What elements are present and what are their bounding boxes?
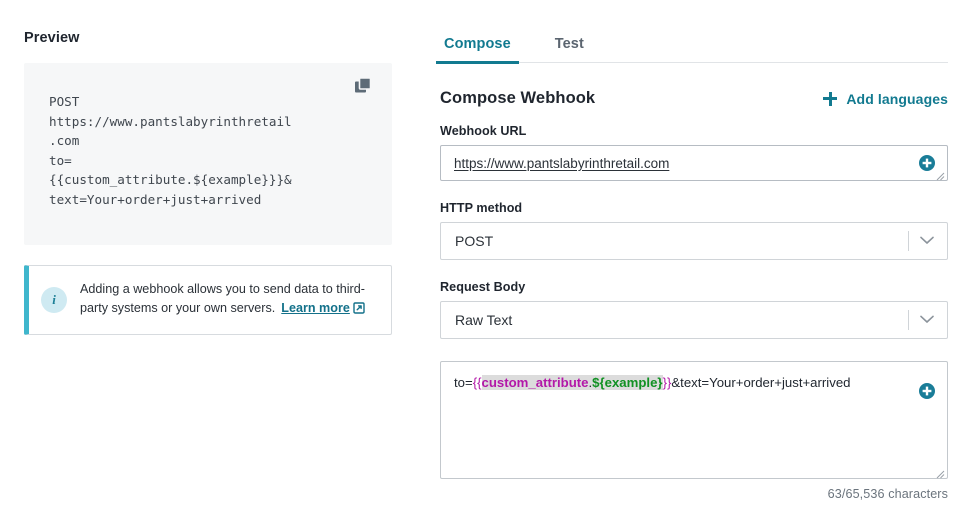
preview-code-text: POST https://www.pantslabyrinthretail .c… xyxy=(49,94,292,207)
select-divider xyxy=(908,310,909,330)
compose-section-title: Compose Webhook xyxy=(440,89,596,107)
info-callout-text: Adding a webhook allows you to send data… xyxy=(80,280,377,320)
request-body-label: Request Body xyxy=(440,280,526,294)
external-link-icon xyxy=(353,301,365,320)
resize-grip[interactable] xyxy=(935,168,945,181)
http-method-value: POST xyxy=(455,233,494,249)
body-token-var: ${example} xyxy=(592,375,663,390)
chevron-down-icon[interactable] xyxy=(920,311,934,329)
request-body-text: to={{custom_attribute.${example}}}&text=… xyxy=(454,374,901,392)
learn-more-label: Learn more xyxy=(281,301,350,315)
webhook-url-label: Webhook URL xyxy=(440,124,527,138)
page-title: Preview xyxy=(24,30,80,46)
add-personalization-icon[interactable] xyxy=(919,383,935,399)
add-languages-label: Add languages xyxy=(846,90,948,107)
http-method-label: HTTP method xyxy=(440,201,523,215)
compose-panel: Compose Test Compose Webhook Add languag… xyxy=(436,0,968,525)
info-callout: i Adding a webhook allows you to send da… xyxy=(24,265,392,335)
add-languages-button[interactable]: Add languages xyxy=(823,91,948,107)
chevron-down-icon[interactable] xyxy=(920,232,934,250)
plus-icon xyxy=(823,91,838,106)
body-token-plain: &text=Your+order+just+arrived xyxy=(671,375,851,390)
body-token-plain: to= xyxy=(454,375,473,390)
add-personalization-icon[interactable] xyxy=(919,155,935,171)
body-token-brace: {{ xyxy=(472,375,482,390)
request-body-select[interactable]: Raw Text xyxy=(440,301,948,339)
select-divider xyxy=(908,231,909,251)
resize-grip[interactable] xyxy=(935,466,945,479)
webhook-url-value: https://www.pantslabyrinthretail.com xyxy=(454,155,670,171)
info-icon: i xyxy=(41,287,67,313)
request-body-value: Raw Text xyxy=(455,312,513,328)
body-token-attr: custom_attribute xyxy=(481,375,589,390)
character-counter: 63/65,536 characters xyxy=(827,487,948,501)
compose-section-header: Compose Webhook Add languages xyxy=(440,89,948,108)
copy-icon[interactable] xyxy=(353,76,373,96)
webhook-composer-page: Preview POST https://www.pantslabyrinthr… xyxy=(0,0,968,525)
http-method-select[interactable]: POST xyxy=(440,222,948,260)
tab-test[interactable]: Test xyxy=(551,36,588,62)
tab-bar: Compose Test xyxy=(436,24,948,64)
webhook-url-input[interactable]: https://www.pantslabyrinthretail.com xyxy=(440,145,948,181)
preview-panel: Preview POST https://www.pantslabyrinthr… xyxy=(0,0,420,525)
tab-compose[interactable]: Compose xyxy=(436,36,519,64)
learn-more-link[interactable]: Learn more xyxy=(281,301,365,315)
request-body-editor[interactable]: to={{custom_attribute.${example}}}&text=… xyxy=(440,361,948,479)
preview-code-box: POST https://www.pantslabyrinthretail .c… xyxy=(24,63,392,245)
